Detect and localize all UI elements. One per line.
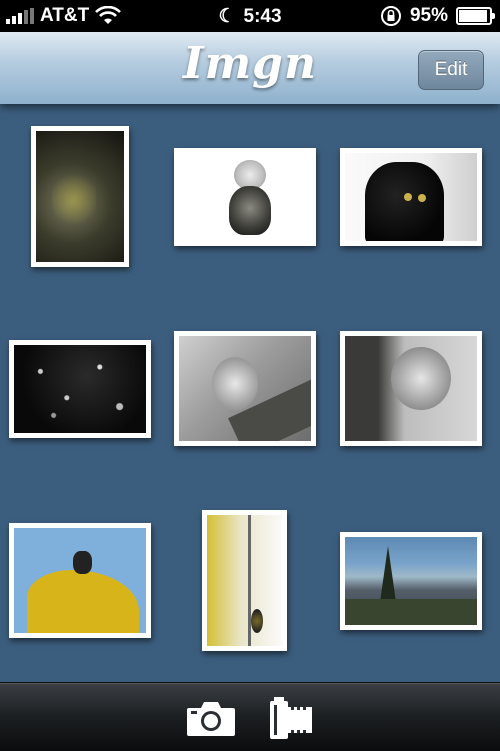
photo-thumbnail-teddy-bear[interactable] <box>174 148 316 246</box>
battery-icon <box>456 7 495 25</box>
nav-bar: Imgn Edit <box>0 32 500 104</box>
film-roll-icon[interactable] <box>264 695 316 741</box>
photo-image <box>345 537 477 625</box>
photo-thumbnail-squirrel-on-tree[interactable] <box>174 331 316 446</box>
photo-image <box>14 528 146 633</box>
status-bar: AT&T ☾ 5:43 95% <box>0 0 500 32</box>
battery-fill <box>459 10 488 22</box>
photo-image <box>207 515 282 646</box>
rotation-lock-icon <box>380 6 401 26</box>
battery-percent-label: 95% <box>409 5 448 26</box>
bottom-toolbar <box>0 682 500 751</box>
photo-thumbnail-shell[interactable] <box>202 510 287 651</box>
carrier-label: AT&T <box>40 5 90 26</box>
photo-thumbnail-mountain[interactable] <box>340 532 482 630</box>
photo-image <box>36 131 124 262</box>
photo-thumbnail-bark[interactable] <box>31 126 129 267</box>
camera-icon-graphic <box>187 702 235 736</box>
photo-thumbnail-yellow-object[interactable] <box>9 523 151 638</box>
photo-image <box>179 336 311 441</box>
status-right: 95% <box>380 5 495 27</box>
photo-thumbnail-squirrel-on-trunk[interactable] <box>340 331 482 446</box>
photo-image <box>14 345 146 433</box>
status-left: AT&T <box>6 5 122 27</box>
wifi-icon <box>95 6 122 24</box>
photo-thumbnail-black-cat[interactable] <box>340 148 482 246</box>
camera-icon[interactable] <box>185 695 237 741</box>
do-not-disturb-moon-icon: ☾ <box>218 6 236 27</box>
film-roll-icon-graphic <box>270 697 312 739</box>
photo-gallery <box>0 104 500 682</box>
time-label: 5:43 <box>243 6 282 27</box>
photo-image <box>345 336 477 441</box>
photo-thumbnail-night-foliage[interactable] <box>9 340 151 438</box>
photo-image <box>179 153 311 241</box>
signal-strength-icon <box>6 8 34 24</box>
photo-image <box>345 153 477 241</box>
edit-button[interactable]: Edit <box>418 50 484 90</box>
